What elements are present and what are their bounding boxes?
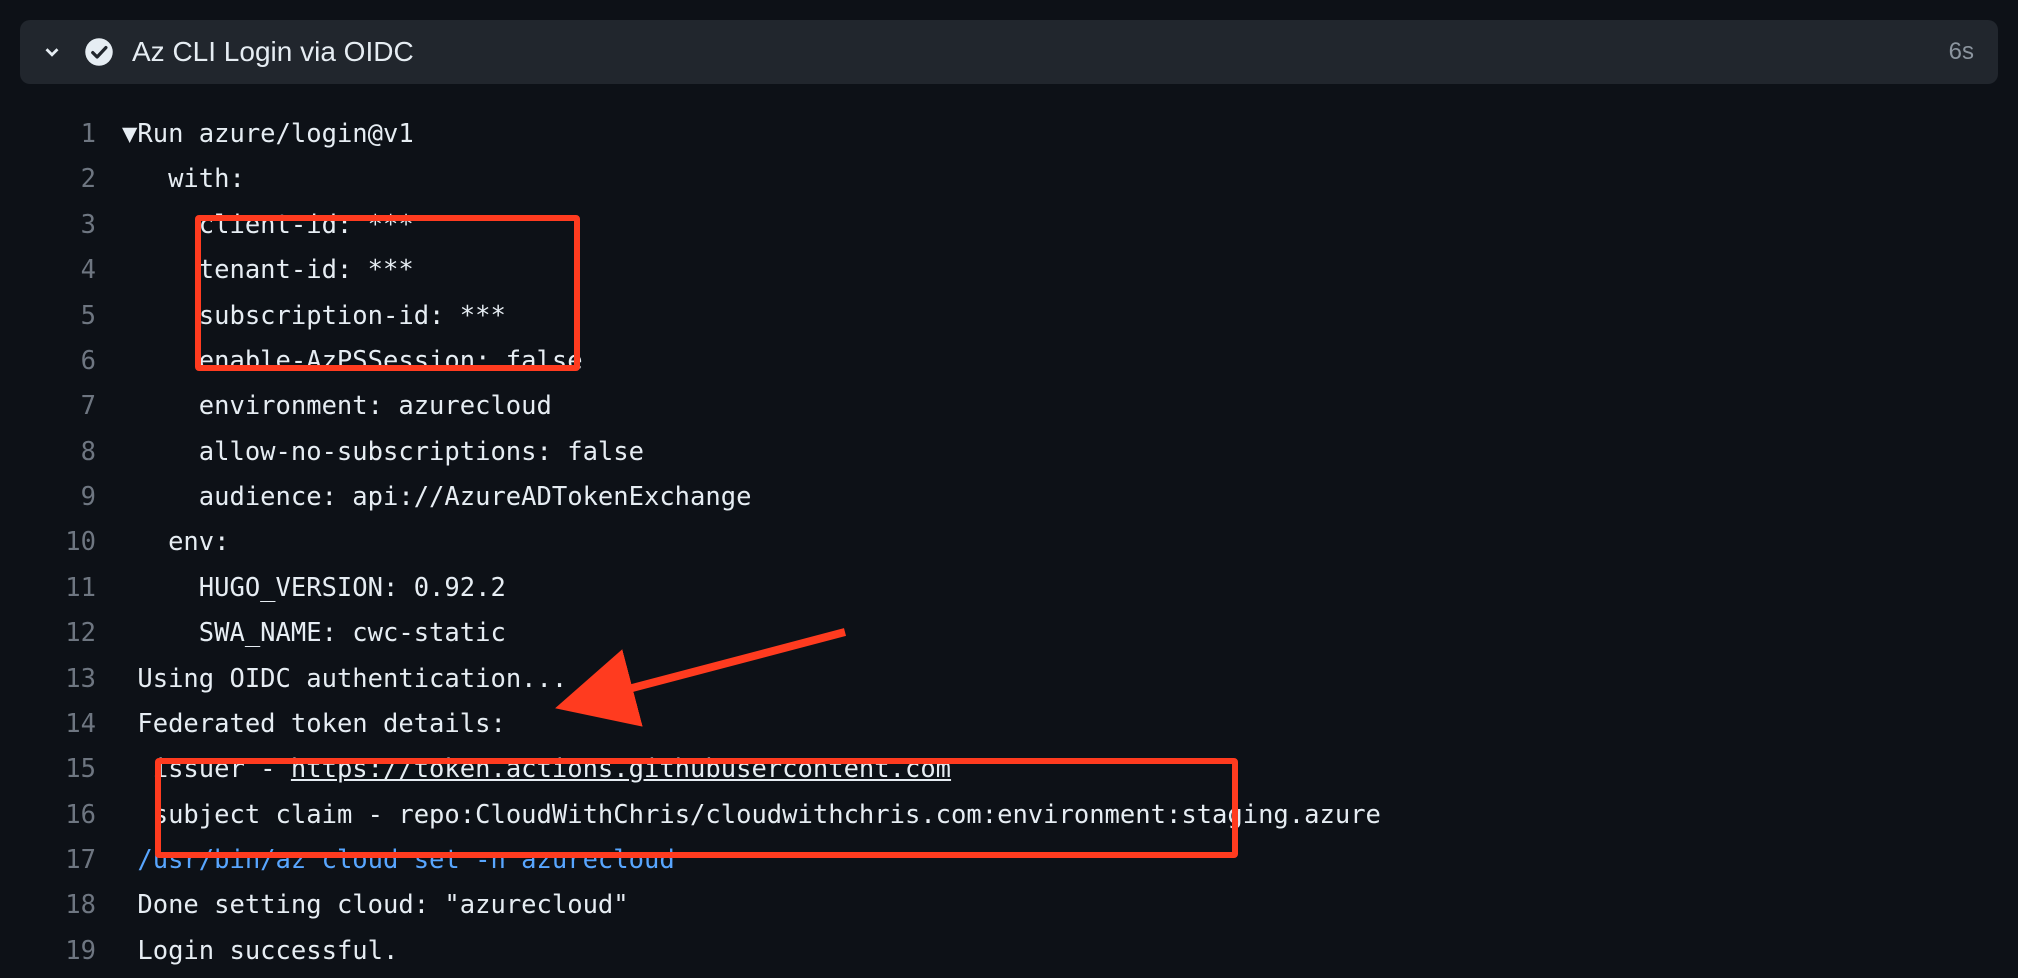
line-number: 17 [20,838,122,883]
log-line: 1▼Run azure/login@v1 [20,112,1998,157]
log-text: client-id: *** [199,210,414,240]
log-text: Using OIDC authentication... [137,664,567,694]
line-number: 6 [20,339,122,384]
line-number: 3 [20,203,122,248]
line-content: /usr/bin/az cloud set -n azurecloud [122,838,675,883]
log-line: 14 Federated token details: [20,702,1998,747]
line-content: subscription-id: *** [122,294,506,339]
line-content: tenant-id: *** [122,248,414,293]
log-command: /usr/bin/az cloud set -n azurecloud [137,845,674,875]
log-line: 13 Using OIDC authentication... [20,657,1998,702]
line-content: Federated token details: [122,702,521,747]
log-text: audience: api://AzureADTokenExchange [199,482,752,512]
line-number: 16 [20,793,122,838]
log-line: 3 client-id: *** [20,203,1998,248]
line-number: 19 [20,929,122,974]
log-line: 8 allow-no-subscriptions: false [20,430,1998,475]
line-content: client-id: *** [122,203,414,248]
line-number: 12 [20,611,122,656]
log-line: 18 Done setting cloud: "azurecloud" [20,883,1998,928]
line-number: 14 [20,702,122,747]
log-line: 10 env: [20,520,1998,565]
log-line: 17 /usr/bin/az cloud set -n azurecloud [20,838,1998,883]
line-content: allow-no-subscriptions: false [122,430,644,475]
log-text: tenant-id: *** [199,255,414,285]
log-link[interactable]: https://token.actions.githubusercontent.… [291,754,951,784]
line-content: Using OIDC authentication... [122,657,567,702]
line-content: Done setting cloud: "azurecloud" [122,883,629,928]
log-output: 1▼Run azure/login@v12 with:3 client-id: … [20,112,1998,974]
log-text: Run azure/login@v1 [137,119,413,149]
line-number: 1 [20,112,122,157]
log-text: env: [168,527,229,557]
log-text: subject claim - repo:CloudWithChris/clou… [137,800,1381,830]
line-content: with: [122,157,245,202]
log-text: HUGO_VERSION: 0.92.2 [199,573,506,603]
log-line: 9 audience: api://AzureADTokenExchange [20,475,1998,520]
log-line: 15 issuer - https://token.actions.github… [20,747,1998,792]
log-text: subscription-id: *** [199,301,506,331]
step-title: Az CLI Login via OIDC [132,36,1931,68]
log-text: Done setting cloud: "azurecloud" [137,890,628,920]
log-text: Login successful. [137,936,398,966]
line-content: env: [122,520,229,565]
line-number: 8 [20,430,122,475]
log-line: 19 Login successful. [20,929,1998,974]
log-text: SWA_NAME: cwc-static [199,618,506,648]
line-number: 11 [20,566,122,611]
line-content: enable-AzPSSession: false [122,339,583,384]
line-number: 5 [20,294,122,339]
line-number: 10 [20,520,122,565]
step-duration: 6s [1949,38,1974,66]
log-line: 7 environment: azurecloud [20,384,1998,429]
line-content: Login successful. [122,929,398,974]
line-number: 4 [20,248,122,293]
line-number: 13 [20,657,122,702]
log-text: issuer - [137,754,291,784]
check-circle-icon [84,37,114,67]
log-line: 2 with: [20,157,1998,202]
line-content: SWA_NAME: cwc-static [122,611,506,656]
log-line: 5 subscription-id: *** [20,294,1998,339]
line-number: 15 [20,747,122,792]
line-number: 18 [20,883,122,928]
line-content: HUGO_VERSION: 0.92.2 [122,566,506,611]
line-number: 9 [20,475,122,520]
log-line: 6 enable-AzPSSession: false [20,339,1998,384]
log-line: 12 SWA_NAME: cwc-static [20,611,1998,656]
line-content: ▼Run azure/login@v1 [122,112,414,157]
log-text: with: [168,164,245,194]
log-line: 4 tenant-id: *** [20,248,1998,293]
workflow-step-header[interactable]: Az CLI Login via OIDC 6s [20,20,1998,84]
line-content: issuer - https://token.actions.githubuse… [122,747,951,792]
line-content: environment: azurecloud [122,384,552,429]
log-line: 16 subject claim - repo:CloudWithChris/c… [20,793,1998,838]
line-content: subject claim - repo:CloudWithChris/clou… [122,793,1381,838]
line-number: 7 [20,384,122,429]
log-line: 11 HUGO_VERSION: 0.92.2 [20,566,1998,611]
line-number: 2 [20,157,122,202]
chevron-down-icon[interactable] [38,38,66,66]
log-text: allow-no-subscriptions: false [199,437,644,467]
log-text: Federated token details: [137,709,521,739]
line-content: audience: api://AzureADTokenExchange [122,475,751,520]
log-text: enable-AzPSSession: false [199,346,583,376]
log-text: environment: azurecloud [199,391,552,421]
